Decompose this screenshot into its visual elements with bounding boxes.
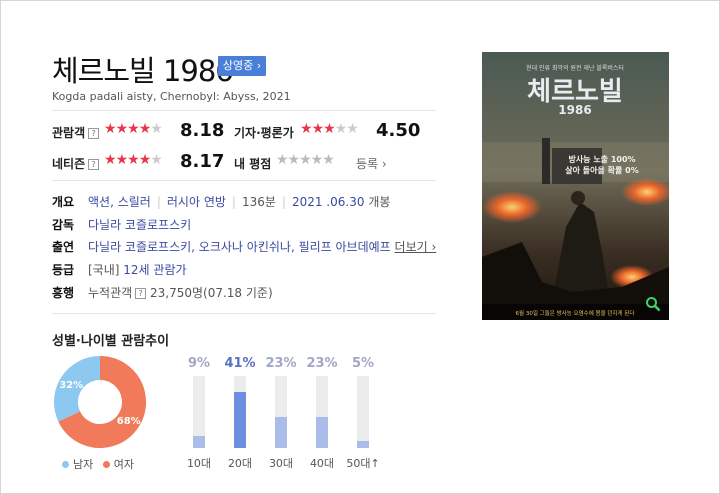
divider: [52, 110, 436, 111]
poster-year: 1986: [558, 103, 591, 117]
age-bar-track: [275, 376, 287, 448]
my-rating-stars[interactable]: ★★★★★: [276, 152, 335, 168]
critic-stars: ★★★★★: [300, 121, 359, 137]
star-rating: ★★★★★: [104, 152, 163, 168]
audience-trend-title: 성별·나이별 관람추이: [52, 334, 170, 349]
age-bar-track: [234, 376, 246, 448]
cast-links[interactable]: 다닐라 코즐로프스키, 오크사나 아킨쉬나, 필리프 아브데예프: [88, 240, 391, 254]
age-label: 20대: [227, 457, 253, 470]
original-title: Kogda padali aisty, Chernobyl: Abyss, 20…: [52, 90, 291, 103]
runtime: 136분: [241, 195, 276, 209]
age-percent-label: 9%: [187, 356, 211, 371]
age-label: 40대: [309, 457, 335, 470]
star-rating: ★★★★★: [300, 121, 359, 137]
info-boxoffice: 흥행 누적관객? 23,750명(07.18 기준): [52, 284, 273, 301]
register-rating-link[interactable]: 등록 ›: [356, 155, 387, 172]
poster-artwork: 현대 인류 최악의 원전 재난 블록버스터 체르노빌 1986 방사능 노출 1…: [482, 52, 669, 320]
age-label: 30대: [268, 457, 294, 470]
boxoffice-prefix: 누적관객: [88, 286, 133, 300]
netizen-stars: ★★★★★: [104, 152, 163, 168]
age-bar-track: [316, 376, 328, 448]
audience-stars: ★★★★★: [104, 121, 163, 137]
age-bar-track: [193, 376, 205, 448]
boxoffice-label: 흥행: [52, 286, 75, 300]
release-suffix: 개봉: [368, 195, 391, 209]
audience-score: 8.18: [180, 120, 225, 141]
info-director: 감독 다닐라 코즐로프스키: [52, 216, 191, 233]
cast-label: 출연: [52, 240, 75, 254]
info-grade: 등급 [국내] 12세 관람가: [52, 261, 187, 278]
age-bar: [357, 441, 369, 448]
legend-dot-female: [102, 461, 110, 468]
cast-more-link[interactable]: 더보기 ›: [395, 240, 437, 254]
netizen-label-text: 네티즌: [52, 157, 86, 171]
director-label: 감독: [52, 218, 75, 232]
gender-donut-chart: 32% 68%: [54, 356, 146, 448]
legend-female: 여자: [113, 458, 134, 471]
poster-copy-2: 살아 돌아올 확률 0%: [565, 165, 638, 175]
age-percent-label: 41%: [224, 356, 256, 371]
poster-copy-1: 방사능 노출 100%: [568, 154, 635, 164]
age-percent-label: 23%: [306, 356, 338, 371]
director-link[interactable]: 다닐라 코즐로프스키: [88, 218, 191, 232]
boxoffice-date: (07.18 기준): [203, 286, 273, 300]
age-bar: [316, 416, 328, 448]
magnifier-icon[interactable]: [645, 296, 661, 312]
netizen-rating-label: 네티즌?: [52, 155, 100, 172]
release-date-link[interactable]: 2021 .06.30: [292, 195, 365, 209]
donut-label-0: 32%: [59, 380, 83, 391]
info-cast: 출연 다닐라 코즐로프스키, 오크사나 아킨쉬나, 필리프 아브데예프 더보기 ›: [52, 238, 436, 255]
help-icon[interactable]: ?: [135, 288, 147, 299]
overview-label: 개요: [52, 195, 75, 209]
grade-link[interactable]: 12세 관람가: [123, 263, 186, 277]
netizen-score: 8.17: [180, 151, 225, 172]
age-bar-track: [357, 376, 369, 448]
age-percent-label: 23%: [265, 356, 297, 371]
critic-score: 4.50: [376, 120, 421, 141]
genre-link[interactable]: 액션, 스릴러: [88, 195, 151, 209]
legend-male: 남자: [73, 458, 94, 471]
age-label: 10대: [186, 457, 212, 470]
divider: [52, 313, 436, 314]
gender-legend: 남자 여자: [62, 456, 134, 472]
status-badge[interactable]: 상영중 ›: [218, 56, 266, 76]
grade-label: 등급: [52, 263, 75, 277]
donut-label-1: 68%: [117, 416, 141, 427]
age-bar: [275, 416, 287, 448]
country-link[interactable]: 러시아 연방: [167, 195, 226, 209]
age-label: 50대↑: [346, 457, 380, 470]
age-bar: [193, 435, 205, 448]
legend-dot-male: [62, 461, 69, 468]
movie-title: 체르노빌 1986: [52, 54, 234, 88]
boxoffice-count: 23,750명: [150, 286, 204, 300]
grade-prefix: [국내]: [88, 263, 120, 277]
age-percent-label: 5%: [351, 356, 375, 371]
critic-rating-label: 기자·평론가: [234, 126, 294, 140]
donut-slice-0: [54, 356, 101, 422]
audience-label-text: 관람객: [52, 126, 86, 140]
star-rating: ★★★★★: [104, 121, 163, 137]
audience-rating-label: 관람객?: [52, 124, 100, 141]
poster-bottom-text: 6월 30일 그들은 방사능 오염수에 몸을 던지게 된다: [516, 309, 635, 317]
age-bar: [234, 391, 246, 448]
help-icon[interactable]: ?: [88, 159, 100, 170]
help-icon[interactable]: ?: [88, 128, 100, 139]
divider: [52, 180, 436, 181]
poster-tagline: 현대 인류 최악의 원전 재난 블록버스터: [526, 64, 624, 72]
movie-poster[interactable]: 현대 인류 최악의 원전 재난 블록버스터 체르노빌 1986 방사능 노출 1…: [482, 52, 669, 320]
info-overview: 개요 액션, 스릴러 | 러시아 연방 | 136분 | 2021 .06.30 개봉: [52, 195, 391, 209]
my-rating-label: 내 평점: [234, 157, 272, 171]
